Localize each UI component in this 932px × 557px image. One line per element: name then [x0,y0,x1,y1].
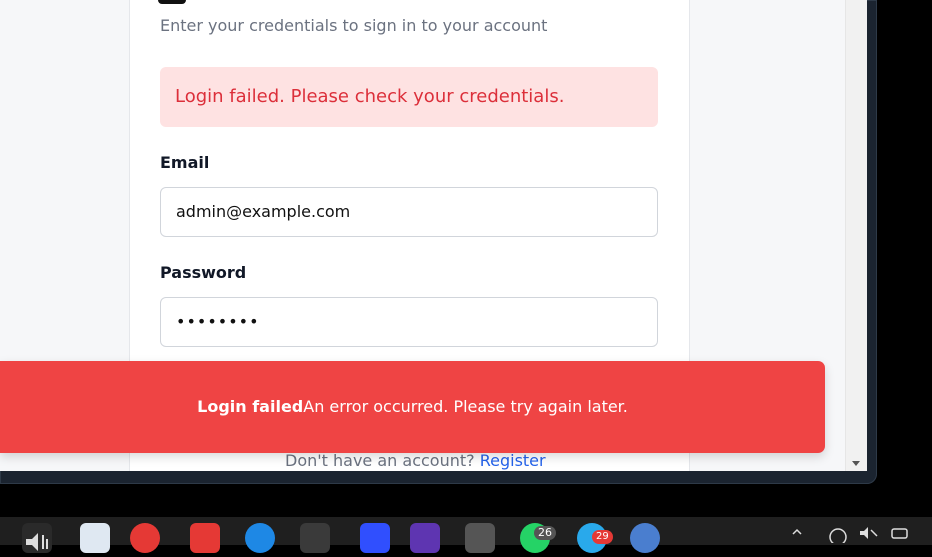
error-alert: Login failed. Please check your credenti… [160,67,658,127]
mail-app-icon[interactable] [80,523,110,553]
password-label: Password [160,263,247,282]
audio-app-icon[interactable] [245,523,275,553]
qbittorrent-icon[interactable] [630,523,660,553]
speaker-app-icon[interactable] [22,523,52,553]
register-prompt-text: Don't have an account? [285,451,475,470]
login-subtitle: Enter your credentials to sign in to you… [160,16,548,35]
error-alert-text: Login failed. Please check your credenti… [175,86,565,107]
taskbar: 26 29 [0,517,932,553]
cat-app-icon[interactable] [465,523,495,553]
email-label: Email [160,153,210,172]
register-prompt: Don't have an account? Register [285,451,546,470]
telegram-badge: 29 [592,530,613,544]
password-field[interactable]: •••••••• [160,297,658,347]
wifi-icon[interactable] [828,523,848,553]
email-field[interactable]: admin@example.com [160,187,658,237]
terminal-icon[interactable] [300,523,330,553]
chrome-icon[interactable] [130,523,160,553]
chevron-up-icon[interactable] [790,523,804,553]
page-title-fragment [158,0,186,4]
network-app-icon[interactable] [360,523,390,553]
stp-app-icon[interactable] [190,523,220,553]
toast-title: Login failed [197,397,304,416]
filter-app-icon[interactable] [410,523,440,553]
vertical-scrollbar[interactable] [845,0,867,471]
volume-muted-icon[interactable] [858,523,880,553]
toast-message: An error occurred. Please try again late… [303,397,628,416]
scroll-down-arrow-icon[interactable] [852,461,860,466]
whatsapp-badge: 26 [534,526,556,540]
battery-icon[interactable] [890,523,912,553]
register-link[interactable]: Register [480,451,546,470]
error-toast: Login failedAn error occurred. Please tr… [0,361,825,453]
